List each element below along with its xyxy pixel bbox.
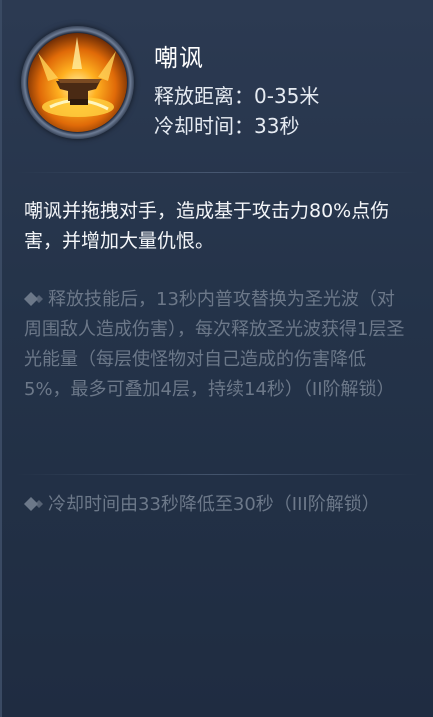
diamond-bullet-icon — [24, 292, 43, 306]
header-divider — [16, 172, 419, 173]
upgrade-item-tier2: 释放技能后，13秒内普攻替换为圣光波（对周围敌人造成伤害），每次释放圣光波获得1… — [24, 285, 412, 405]
skill-icon-frame — [21, 26, 134, 139]
upgrade-item-tier3: 冷却时间由33秒降低至30秒（III阶解锁） — [24, 490, 412, 520]
cooldown-row: 冷却时间：33秒 — [154, 110, 299, 139]
anvil-fire-skill-icon — [28, 33, 127, 132]
upgrade-text: 冷却时间由33秒降低至30秒（III阶解锁） — [48, 494, 380, 515]
upgrade-divider — [16, 474, 419, 475]
upgrade-text: 释放技能后，13秒内普攻替换为圣光波（对周围敌人造成伤害），每次释放圣光波获得1… — [24, 289, 405, 400]
diamond-bullet-icon — [24, 497, 43, 511]
cast-range-value: 0-35米 — [254, 84, 320, 108]
cooldown-label: 冷却时间： — [154, 114, 254, 138]
skill-name: 嘲讽 — [154, 44, 204, 72]
cooldown-value: 33秒 — [254, 114, 300, 138]
skill-header: 嘲讽 释放距离：0-35米 冷却时间：33秒 — [2, 0, 433, 172]
skill-description: 嘲讽并拖拽对手，造成基于攻击力80%点伤害，并增加大量仇恨。 — [24, 200, 390, 252]
cast-range-row: 释放距离：0-35米 — [154, 80, 319, 109]
skill-tooltip-panel: 嘲讽 释放距离：0-35米 冷却时间：33秒 嘲讽并拖拽对手，造成基于攻击力80… — [0, 0, 433, 717]
cast-range-label: 释放距离： — [154, 84, 254, 108]
